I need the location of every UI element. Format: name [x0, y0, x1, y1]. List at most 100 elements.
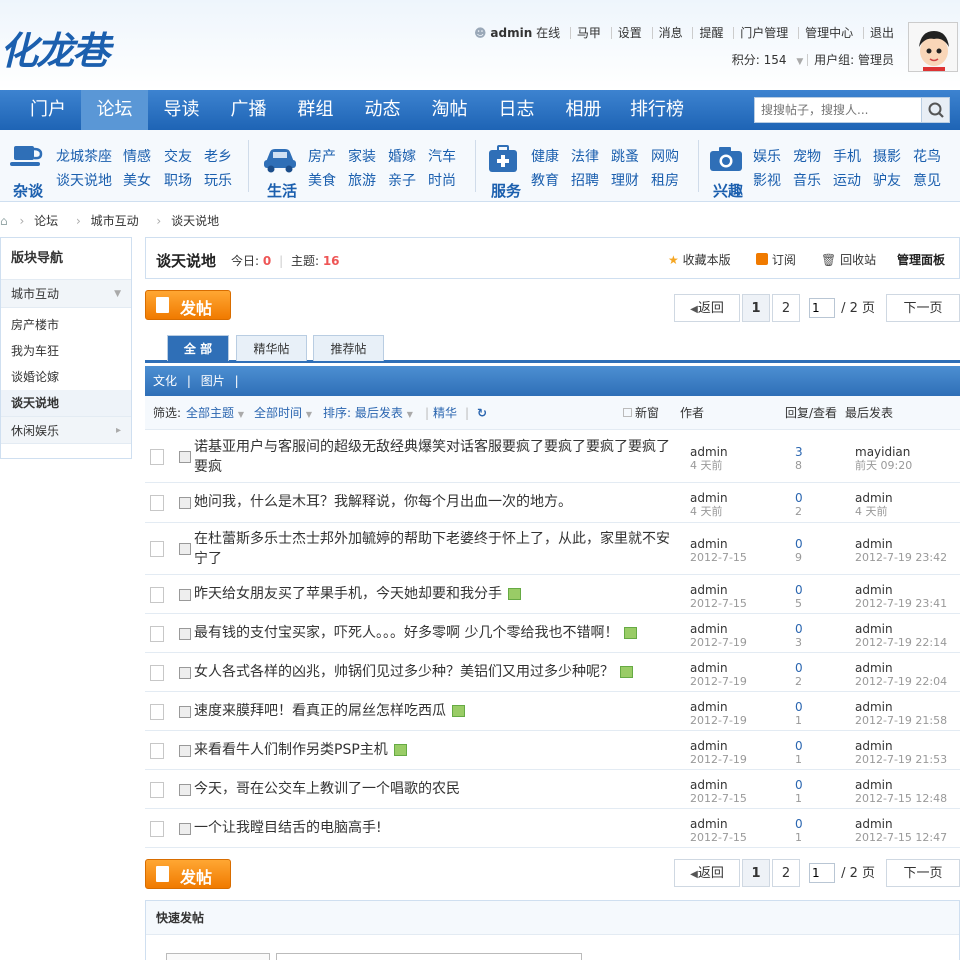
- subnav-link[interactable]: 运动: [833, 170, 861, 190]
- sidebar-item[interactable]: 我为车狂: [1, 338, 131, 364]
- subnav-link[interactable]: 龙城茶座: [56, 146, 112, 166]
- breadcrumb-city[interactable]: 城市互动: [91, 214, 139, 228]
- last-poster-link[interactable]: admin: [855, 583, 947, 597]
- subnav-link[interactable]: 谈天说地: [56, 170, 112, 190]
- subnav-link[interactable]: 网购: [651, 146, 679, 166]
- refresh-icon[interactable]: ↻: [477, 396, 487, 430]
- nav-guide[interactable]: 导读: [148, 90, 215, 130]
- subnav-link[interactable]: 玩乐: [204, 170, 232, 190]
- page-jump-input[interactable]: [809, 298, 835, 318]
- logout-link[interactable]: 退出: [862, 27, 900, 39]
- subnav-link[interactable]: 招聘: [571, 170, 599, 190]
- last-post-time[interactable]: 2012-7-15 12:48: [855, 792, 947, 806]
- nav-ranking[interactable]: 排行榜: [617, 90, 697, 130]
- home-icon[interactable]: ⌂: [0, 214, 8, 228]
- thread-row[interactable]: 最有钱的支付宝买家，吓死人。。。好多零啊 少几个零给我也不错啊！ admin 201…: [145, 614, 960, 653]
- reply-count[interactable]: 0: [795, 739, 803, 753]
- thread-checkbox[interactable]: [179, 497, 191, 509]
- thread-row[interactable]: 她问我，什么是木耳？我解释说，你每个月出血一次的地方。 admin 4 天前 0 2 ad…: [145, 483, 960, 523]
- thread-row[interactable]: 速度来膜拜吧！看真正的屌丝怎样吃西瓜 admin 2012-7-19 0 1 admin 2…: [145, 692, 960, 731]
- filter-sort-dropdown[interactable]: 排序: 最后发表 ▼: [323, 396, 413, 432]
- reply-count[interactable]: 3: [795, 445, 803, 459]
- filter-time-dropdown[interactable]: 全部时间 ▼: [254, 396, 312, 432]
- thread-title[interactable]: 在杜蕾斯多乐士杰士邦外加毓婷的帮助下老婆终于怀上了，从此，家里就不安宁了: [194, 529, 674, 569]
- sidebar-item-active[interactable]: 谈天说地: [1, 390, 131, 416]
- last-post-time[interactable]: 2012-7-19 21:53: [855, 753, 947, 767]
- subnav-link[interactable]: 摄影: [873, 146, 901, 166]
- nav-broadcast[interactable]: 广播: [215, 90, 282, 130]
- thread-checkbox[interactable]: [179, 706, 191, 718]
- column-reply-view[interactable]: 回复/查看: [785, 396, 837, 430]
- last-poster-link[interactable]: mayidian: [855, 445, 912, 459]
- thread-title[interactable]: 一个让我瞠目结舌的电脑高手!: [194, 818, 674, 838]
- nav-groups[interactable]: 群组: [282, 90, 349, 130]
- type-pictures[interactable]: 图片: [201, 374, 225, 388]
- thread-row[interactable]: 今天，哥在公交车上教训了一个唱歌的农民 admin 2012-7-15 0 1 admin…: [145, 770, 960, 809]
- last-post-time[interactable]: 4 天前: [855, 505, 893, 519]
- avatar[interactable]: [908, 22, 958, 72]
- thread-checkbox[interactable]: [179, 745, 191, 757]
- pager-page-2[interactable]: 2: [772, 859, 800, 887]
- subnav-link[interactable]: 跳蚤: [611, 146, 639, 166]
- filter-theme-dropdown[interactable]: 全部主题 ▼: [186, 396, 244, 432]
- nav-portal[interactable]: 门户: [15, 90, 81, 130]
- recycle-bin-button[interactable]: 🗑 回收站: [821, 251, 876, 268]
- nav-feed[interactable]: 动态: [349, 90, 416, 130]
- reply-count[interactable]: 0: [795, 817, 803, 831]
- last-poster-link[interactable]: admin: [855, 622, 947, 636]
- last-poster-link[interactable]: admin: [855, 661, 947, 675]
- thread-checkbox[interactable]: [179, 451, 191, 463]
- last-poster-link[interactable]: admin: [855, 491, 893, 505]
- thread-checkbox[interactable]: [179, 589, 191, 601]
- admin-panel-button[interactable]: 管理面板: [897, 251, 945, 268]
- last-post-time[interactable]: 前天 09:20: [855, 459, 912, 473]
- new-post-button[interactable]: 发帖: [145, 290, 231, 320]
- subnav-link[interactable]: 职场: [164, 170, 192, 190]
- subnav-link[interactable]: 亲子: [388, 170, 416, 190]
- last-post-time[interactable]: 2012-7-15 12:47: [855, 831, 947, 845]
- sidebar-item[interactable]: 谈婚论嫁: [1, 364, 131, 390]
- subnav-link[interactable]: 理财: [611, 170, 639, 190]
- thread-row[interactable]: 在杜蕾斯多乐士杰士邦外加毓婷的帮助下老婆终于怀上了，从此，家里就不安宁了 admi…: [145, 523, 960, 575]
- author-link[interactable]: admin: [690, 661, 747, 675]
- pager-next-button[interactable]: 下一页: [886, 859, 960, 887]
- reply-count[interactable]: 0: [795, 491, 803, 505]
- last-poster-link[interactable]: admin: [855, 700, 947, 714]
- tab-all[interactable]: 全 部: [167, 335, 229, 361]
- sidebar-category-city[interactable]: 城市互动 ▼: [1, 280, 131, 308]
- pager-page-1[interactable]: 1: [742, 859, 770, 887]
- subnav-link[interactable]: 健康: [531, 146, 559, 166]
- thread-row[interactable]: 一个让我瞠目结舌的电脑高手! admin 2012-7-15 0 1 admin 2012-…: [145, 809, 960, 848]
- reply-count[interactable]: 0: [795, 778, 803, 792]
- sidebar-item[interactable]: 房产楼市: [1, 312, 131, 338]
- pager-page-1[interactable]: 1: [742, 294, 770, 322]
- points-display[interactable]: 积分: 154: [726, 54, 793, 66]
- thread-row[interactable]: 来看看牛人们制作另类PSP主机 admin 2012-7-19 0 1 admin 2012…: [145, 731, 960, 770]
- subnav-link[interactable]: 意见: [913, 170, 941, 190]
- thread-title[interactable]: 最有钱的支付宝买家，吓死人。。。好多零啊 少几个零给我也不错啊！: [194, 623, 674, 643]
- last-post-time[interactable]: 2012-7-19 23:42: [855, 551, 947, 565]
- breadcrumb-current[interactable]: 谈天说地: [171, 214, 219, 228]
- author-link[interactable]: admin: [690, 622, 747, 636]
- quick-post-type-select[interactable]: [166, 953, 270, 960]
- reply-count[interactable]: 0: [795, 700, 803, 714]
- subnav-link[interactable]: 情感: [123, 146, 151, 166]
- thread-title[interactable]: 她问我，什么是木耳？我解释说，你每个月出血一次的地方。: [194, 492, 674, 512]
- nav-forum[interactable]: 论坛: [81, 90, 148, 130]
- quick-post-subject-input[interactable]: [276, 953, 582, 960]
- subnav-link[interactable]: 时尚: [428, 170, 456, 190]
- subscribe-button[interactable]: 订阅: [756, 251, 796, 268]
- author-link[interactable]: admin: [690, 537, 747, 551]
- pager-back-button[interactable]: ◀返回: [674, 859, 740, 887]
- subnav-link[interactable]: 房产: [308, 146, 336, 166]
- last-post-time[interactable]: 2012-7-19 23:41: [855, 597, 947, 611]
- favorite-forum-button[interactable]: ★ 收藏本版: [668, 251, 731, 268]
- sidebar-category-leisure[interactable]: 休闲娱乐 ▸: [1, 416, 131, 444]
- nav-collections[interactable]: 淘帖: [416, 90, 483, 130]
- reply-count[interactable]: 0: [795, 537, 803, 551]
- new-post-button-bottom[interactable]: 发帖: [145, 859, 231, 889]
- usergroup-display[interactable]: 用户组: 管理员: [807, 54, 900, 66]
- last-poster-link[interactable]: admin: [855, 739, 947, 753]
- subnav-link[interactable]: 教育: [531, 170, 559, 190]
- author-link[interactable]: admin: [690, 445, 728, 459]
